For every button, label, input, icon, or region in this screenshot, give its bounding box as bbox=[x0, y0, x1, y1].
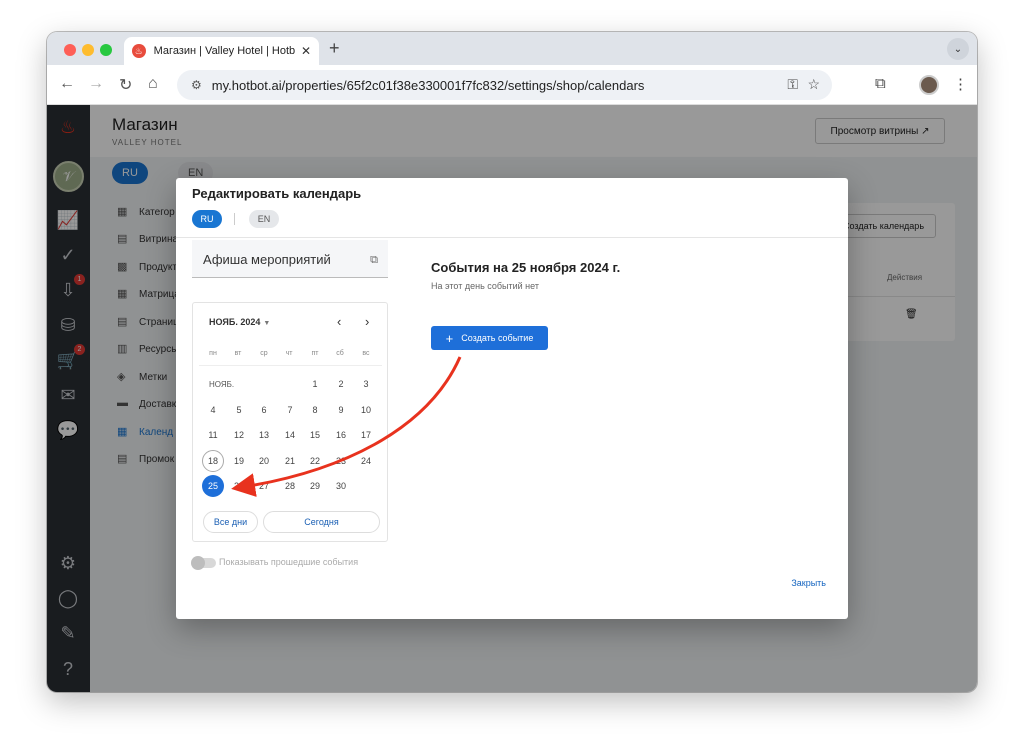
tab-title: Магазин | Valley Hotel | Hotbot bbox=[153, 45, 295, 57]
next-month-icon[interactable]: › bbox=[365, 314, 369, 329]
events-empty-text: На этот день событий нет bbox=[431, 281, 539, 291]
calendar-day[interactable]: 1 bbox=[304, 373, 326, 395]
tab-search-icon[interactable]: ⌄ bbox=[947, 38, 969, 60]
calendar-day[interactable]: 25 bbox=[202, 475, 224, 497]
home-icon[interactable]: ⌂ bbox=[148, 75, 158, 93]
calendar-name-field[interactable]: Афиша мероприятий ⧉ bbox=[192, 240, 388, 278]
month-selector[interactable]: НОЯБ. 2024 ▼ bbox=[209, 317, 270, 327]
calendar-day[interactable]: 11 bbox=[202, 424, 224, 446]
all-days-button[interactable]: Все дни bbox=[203, 511, 258, 533]
forward-icon[interactable]: → bbox=[88, 75, 104, 93]
dialog-lang-en[interactable]: EN bbox=[249, 210, 279, 228]
calendar-day[interactable]: 10 bbox=[355, 399, 377, 421]
weekday: вт bbox=[234, 350, 242, 357]
calendar-day[interactable]: 23 bbox=[330, 450, 352, 472]
calendar-day[interactable]: 19 bbox=[228, 450, 250, 472]
dialog-divider bbox=[176, 237, 848, 238]
calendar-name-value: Афиша мероприятий bbox=[203, 252, 331, 267]
show-past-label: Показывать прошедшие события bbox=[219, 557, 359, 567]
calendar-day[interactable]: 20 bbox=[253, 450, 275, 472]
calendar-day[interactable]: 5 bbox=[228, 399, 250, 421]
calendar-day[interactable]: 9 bbox=[330, 399, 352, 421]
calendar-divider bbox=[199, 365, 382, 366]
date-picker: НОЯБ. 2024 ▼ ‹ › пн вт ср чт пт сб вс НОЯ… bbox=[192, 302, 388, 542]
calendar-day[interactable]: 30 bbox=[330, 475, 352, 497]
month-label: НОЯБ. 2024 bbox=[209, 317, 261, 327]
bookmark-star-icon[interactable]: ☆ bbox=[807, 76, 820, 93]
calendar-day[interactable]: 2 bbox=[330, 373, 352, 395]
weekday: пн bbox=[209, 350, 217, 357]
browser-menu-icon[interactable]: ⋮ bbox=[953, 75, 968, 93]
minimize-window-button[interactable] bbox=[82, 44, 94, 56]
calendar-day[interactable]: 28 bbox=[279, 475, 301, 497]
password-key-icon[interactable]: ⚿ bbox=[787, 76, 798, 93]
calendar-day[interactable]: 18 bbox=[202, 450, 224, 472]
calendar-day[interactable]: 16 bbox=[330, 424, 352, 446]
weekday: сб bbox=[336, 350, 344, 357]
calendar-day[interactable]: 14 bbox=[279, 424, 301, 446]
calendar-day[interactable]: 3 bbox=[355, 373, 377, 395]
tab-strip: ♨ Магазин | Valley Hotel | Hotbot ✕ + ⌄ bbox=[47, 32, 977, 65]
prev-month-icon[interactable]: ‹ bbox=[337, 314, 341, 329]
url-text: my.hotbot.ai/properties/65f2c01f38e33000… bbox=[211, 77, 645, 93]
plus-icon: + bbox=[445, 330, 454, 346]
tab-close-icon[interactable]: ✕ bbox=[301, 44, 311, 58]
edit-calendar-dialog: Редактировать календарь RU EN Афиша меро… bbox=[176, 178, 848, 619]
dialog-lang-ru[interactable]: RU bbox=[192, 210, 222, 228]
show-past-toggle[interactable] bbox=[191, 556, 216, 570]
calendar-day[interactable]: 6 bbox=[253, 399, 275, 421]
calendar-day[interactable]: 21 bbox=[279, 450, 301, 472]
calendar-day[interactable]: 29 bbox=[304, 475, 326, 497]
calendar-day[interactable]: 17 bbox=[355, 424, 377, 446]
calendar-day[interactable]: 13 bbox=[253, 424, 275, 446]
translate-icon[interactable]: ⧉ bbox=[370, 254, 378, 267]
toggle-knob bbox=[191, 556, 205, 570]
extensions-icon[interactable]: ⧉ bbox=[875, 75, 886, 92]
today-button[interactable]: Сегодня bbox=[263, 511, 380, 533]
calendar-day[interactable]: 7 bbox=[279, 399, 301, 421]
events-title: События на 25 ноября 2024 г. bbox=[431, 260, 621, 275]
site-settings-icon[interactable]: ⚙ bbox=[191, 78, 202, 92]
weekday: чт bbox=[285, 350, 293, 357]
close-button[interactable]: Закрыть bbox=[791, 578, 826, 588]
profile-avatar[interactable] bbox=[919, 75, 939, 95]
new-tab-button[interactable]: + bbox=[329, 38, 340, 59]
hotbot-favicon-icon: ♨ bbox=[132, 44, 146, 58]
browser-tab[interactable]: ♨ Магазин | Valley Hotel | Hotbot ✕ bbox=[124, 37, 319, 65]
back-icon[interactable]: ← bbox=[59, 75, 75, 93]
maximize-window-button[interactable] bbox=[100, 44, 112, 56]
calendar-day[interactable]: 26 bbox=[228, 475, 250, 497]
calendar-day[interactable]: 12 bbox=[228, 424, 250, 446]
weekday: ср bbox=[260, 350, 268, 357]
weekday: вс bbox=[362, 350, 370, 357]
browser-window: ♨ Магазин | Valley Hotel | Hotbot ✕ + ⌄ … bbox=[47, 32, 977, 692]
reload-icon[interactable]: ↻ bbox=[119, 75, 132, 95]
lang-separator bbox=[234, 213, 235, 225]
calendar-day[interactable]: 27 bbox=[253, 475, 275, 497]
calendar-day[interactable]: 22 bbox=[304, 450, 326, 472]
calendar-day[interactable]: 8 bbox=[304, 399, 326, 421]
close-window-button[interactable] bbox=[64, 44, 76, 56]
weekday: пт bbox=[311, 350, 319, 357]
address-bar[interactable]: ⚙ my.hotbot.ai/properties/65f2c01f38e330… bbox=[177, 70, 832, 100]
caret-down-icon: ▼ bbox=[263, 320, 271, 327]
browser-toolbar: ← → ↻ ⌂ ⚙ my.hotbot.ai/properties/65f2c0… bbox=[47, 65, 977, 105]
dialog-title: Редактировать календарь bbox=[192, 186, 362, 201]
calendar-day[interactable]: 15 bbox=[304, 424, 326, 446]
calendar-day[interactable]: 4 bbox=[202, 399, 224, 421]
create-event-label: Создать событие bbox=[461, 333, 534, 343]
month-row-label: НОЯБ. bbox=[209, 380, 235, 389]
create-event-button[interactable]: + Создать событие bbox=[431, 326, 548, 350]
calendar-day[interactable]: 24 bbox=[355, 450, 377, 472]
